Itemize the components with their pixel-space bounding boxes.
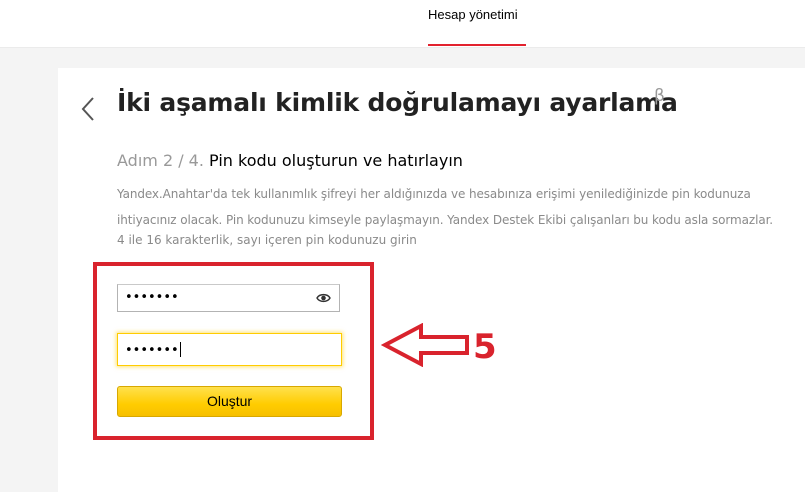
eye-icon[interactable] (316, 292, 331, 304)
pin-confirm-input[interactable]: ••••••• (117, 333, 342, 366)
page-title: İki aşamalı kimlik doğrulamayı ayarlama (117, 88, 678, 117)
step-title: Pin kodu oluşturun ve hatırlayın (209, 151, 463, 170)
pin-hint: 4 ile 16 karakterlik, sayı içeren pin ko… (117, 233, 417, 247)
step-description: Yandex.Anahtar'da tek kullanımlık şifrey… (117, 187, 774, 227)
pin-masked-value: ••••••• (125, 290, 179, 305)
create-button[interactable]: Oluştur (117, 386, 342, 417)
tab-account-management[interactable]: Hesap yönetimi (428, 7, 518, 22)
beta-badge: β (654, 86, 665, 106)
text-cursor (179, 342, 181, 357)
annotation-arrow-icon (381, 323, 469, 367)
annotation-step-number: 5 (473, 327, 497, 367)
step-heading: Adım 2 / 4. Pin kodu oluşturun ve hatırl… (117, 151, 463, 170)
active-tab-indicator (428, 44, 526, 46)
chevron-left-icon[interactable] (78, 95, 100, 123)
top-navigation: Hesap yönetimi (0, 0, 805, 48)
pin-input[interactable]: ••••••• (117, 284, 340, 312)
step-counter: Adım 2 / 4. (117, 151, 204, 170)
pin-confirm-masked-value: ••••••• (125, 342, 181, 358)
